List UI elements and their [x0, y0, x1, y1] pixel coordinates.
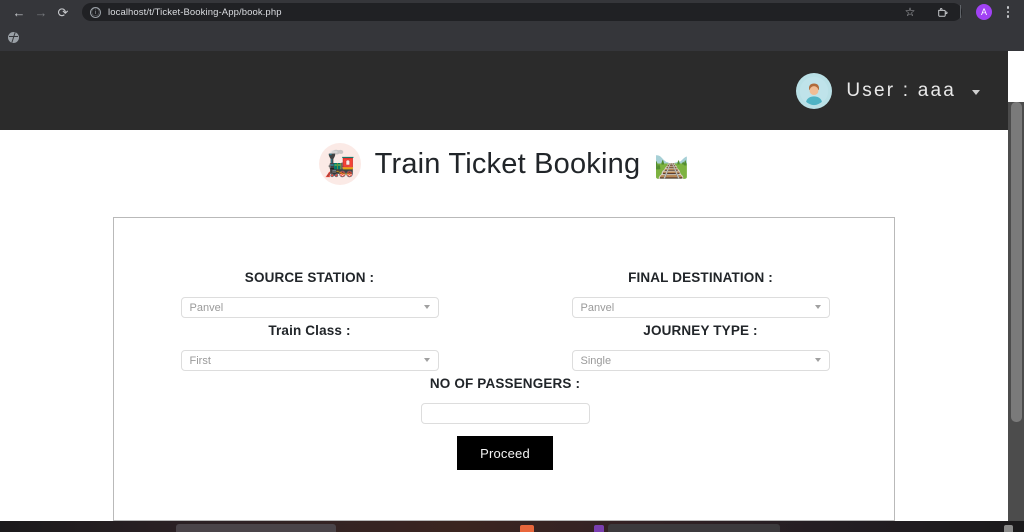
address-bar[interactable]: ⓘ localhost/t/Ticket-Booking-App/book.ph…	[82, 3, 962, 21]
user-menu[interactable]: User : aaa	[796, 72, 1008, 109]
forward-arrow-icon[interactable]: →	[30, 1, 52, 23]
browser-menu-icon[interactable]	[999, 3, 1017, 21]
page-viewport: User : aaa 🚂 Train Ticket Booking 🛤️ SOU…	[0, 51, 1024, 521]
back-arrow-icon[interactable]: ←	[8, 1, 30, 23]
journey-type-select[interactable]: Single	[571, 350, 830, 371]
page-title-text: Train Ticket Booking	[374, 147, 641, 180]
passengers-label: NO OF PASSENGERS :	[429, 376, 581, 391]
avatar	[796, 72, 833, 109]
bookmark-item[interactable]	[4, 30, 27, 45]
booking-form-card: SOURCE STATION : Panvel FINAL DESTINATIO…	[113, 217, 895, 521]
bookmarks-bar	[0, 24, 1024, 51]
taskbar-app-icon[interactable]	[520, 525, 534, 532]
field-source-station: SOURCE STATION : Panvel	[114, 270, 505, 318]
browser-toolbar: ← → ⟳ ⓘ localhost/t/Ticket-Booking-App/b…	[0, 0, 1024, 24]
taskbar-tray-icon[interactable]	[1004, 525, 1013, 532]
railway-track-icon: 🛤️	[654, 148, 690, 179]
train-class-label: Train Class :	[268, 323, 351, 338]
page-title: 🚂 Train Ticket Booking 🛤️	[0, 143, 1008, 185]
url-text: localhost/t/Ticket-Booking-App/book.php	[108, 6, 282, 18]
field-final-destination: FINAL DESTINATION : Panvel	[505, 270, 896, 318]
chevron-down-icon[interactable]	[972, 89, 980, 95]
site-info-icon[interactable]: ⓘ	[90, 6, 101, 18]
site-navbar: User : aaa	[0, 51, 1008, 130]
source-station-select[interactable]: Panvel	[180, 297, 439, 318]
user-name-label: User : aaa	[846, 79, 956, 101]
reload-icon[interactable]: ⟳	[52, 1, 74, 23]
form-row-3: NO OF PASSENGERS : Proceed	[114, 376, 896, 470]
os-taskbar	[0, 521, 1024, 532]
field-journey-type: JOURNEY TYPE : Single	[505, 323, 896, 371]
form-row-2: Train Class : First JOURNEY TYPE : Singl…	[114, 323, 896, 371]
form-row-1: SOURCE STATION : Panvel FINAL DESTINATIO…	[114, 270, 896, 318]
page-scrollbar[interactable]	[1008, 102, 1024, 521]
train-icon: 🚂	[318, 143, 361, 185]
field-passengers: NO OF PASSENGERS : Proceed	[114, 376, 896, 470]
journey-type-label: JOURNEY TYPE :	[643, 323, 758, 338]
field-train-class: Train Class : First	[114, 323, 505, 371]
source-station-label: SOURCE STATION :	[244, 270, 375, 285]
proceed-button[interactable]: Proceed	[457, 436, 553, 470]
final-destination-label: FINAL DESTINATION :	[628, 270, 773, 285]
scrollbar-thumb[interactable]	[1011, 102, 1022, 422]
taskbar-window[interactable]	[608, 524, 780, 532]
avatar-illustration	[800, 76, 829, 105]
browser-chrome: ← → ⟳ ⓘ localhost/t/Ticket-Booking-App/b…	[0, 0, 1024, 51]
final-destination-select[interactable]: Panvel	[571, 297, 830, 318]
toolbar-divider	[960, 5, 961, 18]
globe-icon	[8, 32, 19, 43]
extensions-icon[interactable]	[933, 3, 951, 21]
bookmark-star-icon[interactable]: ☆	[901, 3, 919, 21]
train-class-select[interactable]: First	[180, 350, 439, 371]
passengers-input[interactable]	[420, 403, 590, 424]
profile-avatar[interactable]: A	[976, 4, 992, 20]
taskbar-app-icon[interactable]	[594, 525, 604, 532]
taskbar-window[interactable]	[176, 524, 336, 532]
